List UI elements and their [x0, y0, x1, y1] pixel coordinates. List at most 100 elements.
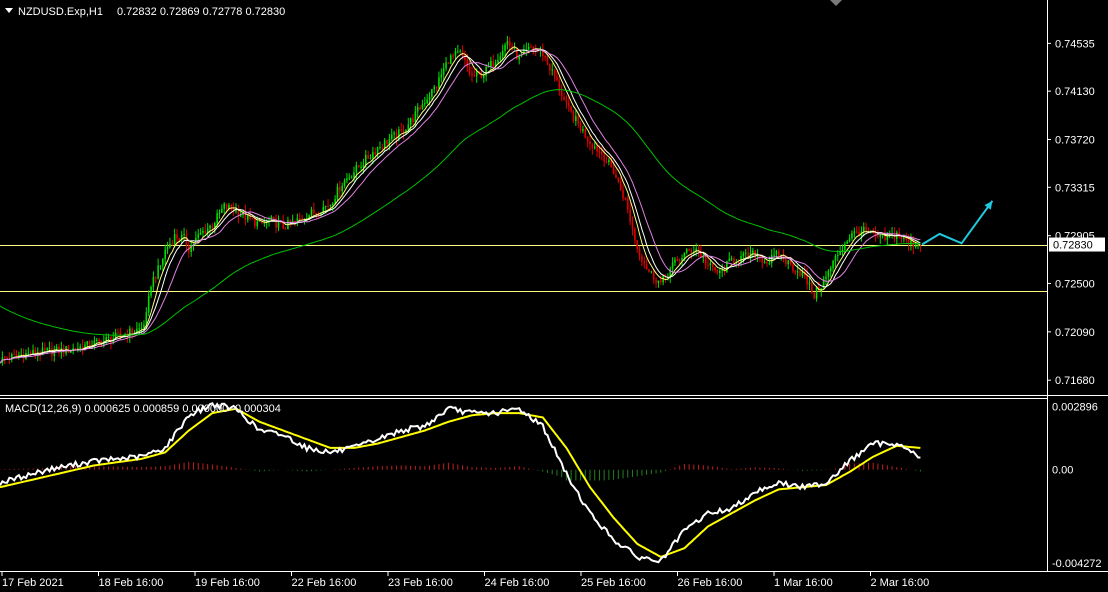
- candle-body: [575, 116, 577, 122]
- candle-body: [799, 271, 801, 277]
- candle-body: [641, 256, 643, 262]
- candle-body: [794, 271, 797, 273]
- price-axis[interactable]: 0.745350.741300.737200.733150.729050.725…: [1047, 38, 1095, 387]
- candle-body: [362, 164, 365, 167]
- candle-body: [492, 61, 495, 67]
- candle-body: [551, 69, 554, 71]
- candle-body: [183, 234, 185, 236]
- candle-body: [497, 59, 499, 63]
- candle-body: [605, 161, 608, 163]
- candle-body: [416, 107, 419, 112]
- candle-body: [530, 46, 532, 48]
- candle-body: [846, 241, 849, 244]
- candle-body: [565, 99, 568, 103]
- candle-body: [360, 166, 362, 168]
- candle-body: [445, 62, 447, 69]
- macd-histogram: [0, 461, 921, 481]
- candle-body: [294, 220, 296, 222]
- candle-body: [546, 57, 549, 64]
- forecast-arrow[interactable]: [921, 200, 994, 246]
- one-click-trading-toggle-icon[interactable]: [830, 0, 842, 6]
- candle-body: [671, 262, 674, 269]
- forecast-arrow-head-icon[interactable]: [984, 200, 993, 210]
- candle-body: [619, 181, 622, 190]
- candle-body: [766, 262, 768, 264]
- candle-body: [733, 258, 735, 263]
- candle-body: [428, 96, 431, 100]
- candle-body: [834, 256, 837, 261]
- candle-body: [343, 180, 346, 186]
- candle-body: [438, 77, 440, 88]
- candle-body: [336, 186, 339, 200]
- candle-body: [900, 237, 903, 239]
- candle-body: [150, 286, 152, 296]
- candle-body: [811, 282, 813, 293]
- macd-tick-label: 0.00: [1052, 465, 1073, 477]
- current-price-marker: 0.72830: [1049, 237, 1105, 252]
- candle-body: [740, 255, 742, 263]
- candle-body: [339, 186, 341, 192]
- chart-canvas[interactable]: 0.745350.741300.737200.733150.729050.725…: [0, 0, 1108, 592]
- price-tick-label: 0.73720: [1055, 135, 1095, 147]
- candle-body: [603, 154, 605, 162]
- price-tick-label: 0.74130: [1055, 86, 1095, 98]
- candle-body: [475, 71, 478, 77]
- candle-body: [301, 218, 303, 220]
- candle-body: [650, 271, 653, 273]
- candle-body: [48, 348, 51, 350]
- candle-body: [277, 221, 280, 228]
- candle-body: [164, 249, 166, 260]
- candle-body: [567, 102, 570, 107]
- candle-body: [501, 50, 504, 57]
- candle-body: [169, 243, 171, 248]
- candle-body: [447, 62, 450, 64]
- forecast-arrow-path[interactable]: [921, 200, 994, 246]
- candle-body: [44, 347, 46, 351]
- candle-body: [596, 146, 598, 152]
- candle-body: [431, 89, 433, 97]
- candle-body: [386, 140, 388, 145]
- candle-body: [374, 152, 377, 155]
- candle-body: [778, 251, 780, 257]
- time-tick-label: 23 Feb 16:00: [388, 577, 453, 589]
- candle-body: [171, 243, 174, 245]
- candle-body: [98, 339, 100, 341]
- candle-body: [655, 279, 657, 284]
- candle-body: [166, 247, 169, 250]
- candlestick-series: [1, 35, 922, 366]
- candle-body: [138, 328, 141, 330]
- symbol-menu-triangle-icon[interactable]: [5, 8, 13, 13]
- trading-chart[interactable]: 0.74535 0.74130 0.73720 0.73315 0.72905 0.725…: [0, 0, 1108, 592]
- candle-body: [851, 233, 853, 239]
- candle-body: [593, 146, 596, 149]
- candle-body: [13, 354, 15, 356]
- candle-body: [549, 63, 551, 71]
- candle-body: [147, 295, 150, 313]
- candle-body: [204, 230, 207, 234]
- candle-body: [499, 56, 502, 60]
- candle-body: [468, 66, 471, 74]
- time-tick-label: 24 Feb 16:00: [485, 577, 550, 589]
- candle-body: [806, 275, 808, 285]
- candle-body: [657, 280, 660, 284]
- horizontal-levels[interactable]: [0, 245, 1047, 292]
- moving-average-lines: [0, 46, 921, 364]
- candle-body: [737, 261, 740, 263]
- candle-body: [327, 205, 329, 207]
- candle-body: [211, 225, 214, 228]
- candle-body: [631, 221, 634, 229]
- candle-body: [690, 250, 693, 253]
- candle-body: [785, 259, 787, 265]
- time-axis[interactable]: 17 Feb 2021 18 Feb 16:00 19 Feb 16:00 22 Fe…: [1, 571, 929, 589]
- candle-body: [570, 106, 572, 112]
- time-tick-label: 25 Feb 16:00: [581, 577, 646, 589]
- candle-body: [117, 332, 119, 334]
- candle-body: [154, 277, 157, 279]
- macd-axis[interactable]: 0.002896 0.00 -0.004272: [1052, 402, 1102, 570]
- candle-body: [310, 209, 313, 216]
- moving-average-mid: [0, 49, 921, 364]
- candle-body: [353, 172, 355, 178]
- candle-body: [263, 222, 266, 224]
- candle-body: [471, 73, 473, 76]
- candle-body: [829, 268, 832, 272]
